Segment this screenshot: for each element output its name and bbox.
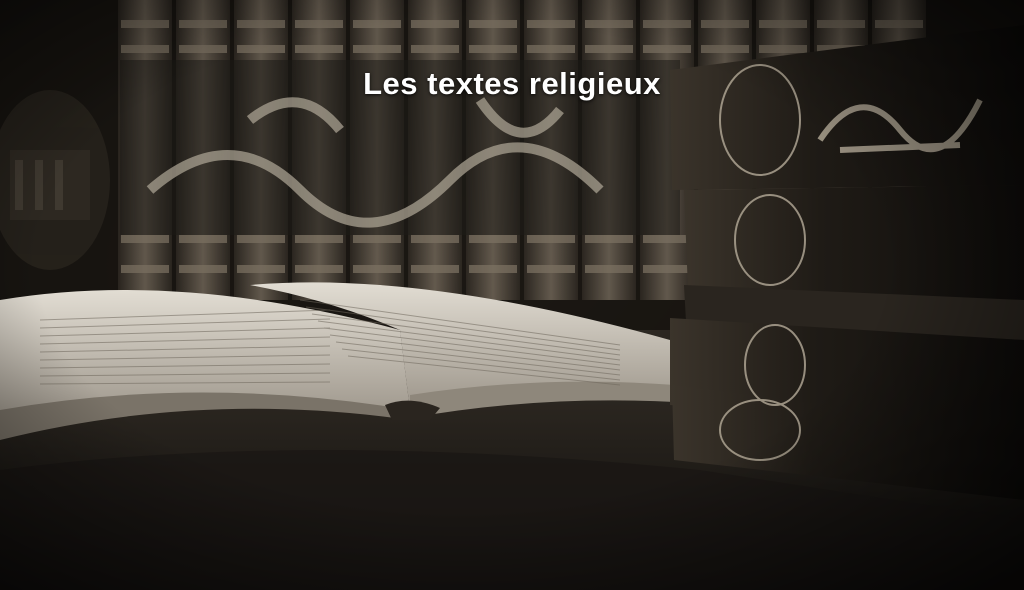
page-title-text: Les textes religieux (363, 66, 661, 101)
hero-banner: Les textes religieux (0, 0, 1024, 590)
page-title: Les textes religieux (0, 66, 1024, 102)
